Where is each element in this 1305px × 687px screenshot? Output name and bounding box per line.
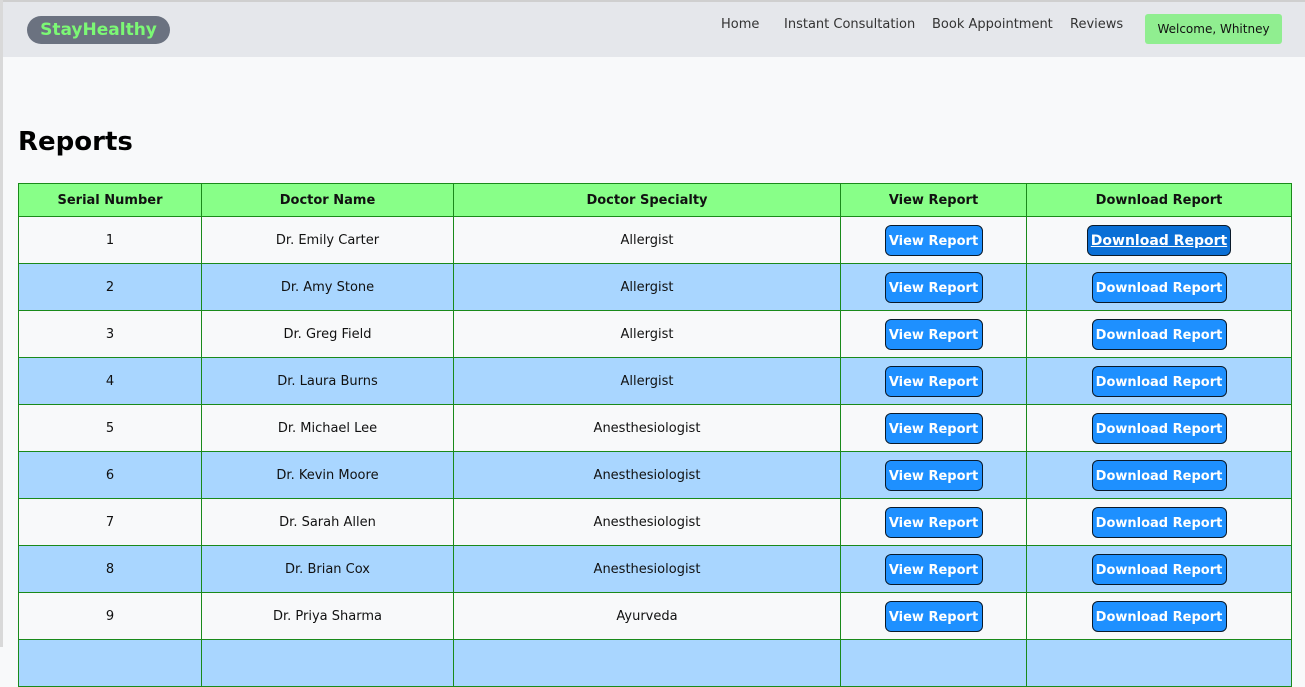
- table-row: 3 Dr. Greg Field Allergist View Report D…: [18, 310, 1292, 358]
- doctor-specialty-cell: Anesthesiologist: [453, 404, 841, 452]
- doctor-name-cell: Dr. Brian Cox: [201, 545, 454, 593]
- serial-number-cell: 1: [18, 216, 202, 264]
- download-report-cell: Download Report: [1026, 404, 1292, 452]
- view-report-button[interactable]: View Report: [884, 553, 983, 585]
- serial-number-cell: 7: [18, 498, 202, 546]
- view-report-button[interactable]: View Report: [884, 365, 983, 397]
- view-report-cell: View Report: [840, 357, 1027, 405]
- view-report-button[interactable]: View Report: [884, 600, 983, 632]
- doctor-specialty-cell: Anesthesiologist: [453, 451, 841, 499]
- table-header-row: Serial Number Doctor Name Doctor Special…: [18, 183, 1292, 217]
- view-report-button[interactable]: View Report: [884, 318, 983, 350]
- table-row: 2 Dr. Amy Stone Allergist View Report Do…: [18, 263, 1292, 311]
- table-row: 6 Dr. Kevin Moore Anesthesiologist View …: [18, 451, 1292, 499]
- page-title: Reports: [18, 127, 133, 157]
- view-report-button[interactable]: View Report: [884, 412, 983, 444]
- serial-number-cell: 9: [18, 592, 202, 640]
- view-report-button[interactable]: View Report: [884, 506, 983, 538]
- view-report-cell: View Report: [840, 263, 1027, 311]
- nav-book-appointment-link[interactable]: Book Appointment: [932, 17, 1053, 33]
- serial-number-cell: 6: [18, 451, 202, 499]
- doctor-name-cell: Dr. Emily Carter: [201, 216, 454, 264]
- serial-number-cell: 5: [18, 404, 202, 452]
- view-report-cell: View Report: [840, 592, 1027, 640]
- navbar: StayHealthy Home Instant Consultation Bo…: [3, 2, 1305, 57]
- doctor-name-cell: Dr. Priya Sharma: [201, 592, 454, 640]
- welcome-user-badge[interactable]: Welcome, Whitney: [1145, 14, 1282, 44]
- download-report-button[interactable]: Download Report: [1091, 318, 1227, 350]
- table-row: 8 Dr. Brian Cox Anesthesiologist View Re…: [18, 545, 1292, 593]
- download-report-button[interactable]: Download Report: [1087, 224, 1231, 256]
- nav-reviews-link[interactable]: Reviews: [1070, 17, 1123, 33]
- view-report-cell: View Report: [840, 404, 1027, 452]
- view-report-cell: View Report: [840, 451, 1027, 499]
- table-row: 4 Dr. Laura Burns Allergist View Report …: [18, 357, 1292, 405]
- download-report-cell: Download Report: [1026, 310, 1292, 358]
- doctor-name-cell: Dr. Laura Burns: [201, 357, 454, 405]
- download-report-button[interactable]: Download Report: [1091, 553, 1227, 585]
- view-report-button[interactable]: View Report: [884, 271, 983, 303]
- doctor-specialty-cell: Allergist: [453, 216, 841, 264]
- table-row: 9 Dr. Priya Sharma Ayurveda View Report …: [18, 592, 1292, 640]
- view-report-cell: View Report: [840, 545, 1027, 593]
- serial-number-cell: 2: [18, 263, 202, 311]
- reports-table: Serial Number Doctor Name Doctor Special…: [18, 183, 1292, 687]
- column-header-view-report: View Report: [840, 183, 1027, 217]
- doctor-name-cell: Dr. Amy Stone: [201, 263, 454, 311]
- download-report-cell: Download Report: [1026, 545, 1292, 593]
- doctor-name-cell: Dr. Michael Lee: [201, 404, 454, 452]
- doctor-specialty-cell: Ayurveda: [453, 592, 841, 640]
- download-report-button[interactable]: Download Report: [1091, 459, 1227, 491]
- doctor-specialty-cell: Allergist: [453, 263, 841, 311]
- doctor-name-cell: Dr. Kevin Moore: [201, 451, 454, 499]
- doctor-specialty-cell: Anesthesiologist: [453, 545, 841, 593]
- doctor-specialty-cell: Allergist: [453, 357, 841, 405]
- download-report-cell: Download Report: [1026, 357, 1292, 405]
- view-report-button[interactable]: View Report: [884, 224, 983, 256]
- table-row: 5 Dr. Michael Lee Anesthesiologist View …: [18, 404, 1292, 452]
- download-report-button[interactable]: Download Report: [1091, 600, 1227, 632]
- nav-instant-consultation-link[interactable]: Instant Consultation: [784, 17, 915, 33]
- serial-number-cell: 8: [18, 545, 202, 593]
- download-report-button[interactable]: Download Report: [1091, 365, 1227, 397]
- brand-logo[interactable]: StayHealthy: [27, 16, 170, 44]
- nav-home-link[interactable]: Home: [721, 17, 759, 33]
- doctor-specialty-cell: Anesthesiologist: [453, 498, 841, 546]
- doctor-specialty-cell: Allergist: [453, 310, 841, 358]
- download-report-button[interactable]: Download Report: [1091, 412, 1227, 444]
- table-row: 7 Dr. Sarah Allen Anesthesiologist View …: [18, 498, 1292, 546]
- column-header-serial-number: Serial Number: [18, 183, 202, 217]
- download-report-cell: Download Report: [1026, 216, 1292, 264]
- column-header-doctor-name: Doctor Name: [201, 183, 454, 217]
- download-report-button[interactable]: Download Report: [1091, 506, 1227, 538]
- serial-number-cell: 3: [18, 310, 202, 358]
- download-report-cell: Download Report: [1026, 451, 1292, 499]
- view-report-cell: View Report: [840, 498, 1027, 546]
- doctor-name-cell: Dr. Greg Field: [201, 310, 454, 358]
- download-report-cell: Download Report: [1026, 592, 1292, 640]
- download-report-cell: Download Report: [1026, 263, 1292, 311]
- table-row: 1 Dr. Emily Carter Allergist View Report…: [18, 216, 1292, 264]
- view-report-cell: View Report: [840, 216, 1027, 264]
- doctor-name-cell: Dr. Sarah Allen: [201, 498, 454, 546]
- serial-number-cell: 4: [18, 357, 202, 405]
- column-header-download-report: Download Report: [1026, 183, 1292, 217]
- download-report-button[interactable]: Download Report: [1091, 271, 1227, 303]
- view-report-button[interactable]: View Report: [884, 459, 983, 491]
- window-left-border: [0, 0, 3, 647]
- download-report-cell: Download Report: [1026, 498, 1292, 546]
- view-report-cell: View Report: [840, 310, 1027, 358]
- column-header-doctor-specialty: Doctor Specialty: [453, 183, 841, 217]
